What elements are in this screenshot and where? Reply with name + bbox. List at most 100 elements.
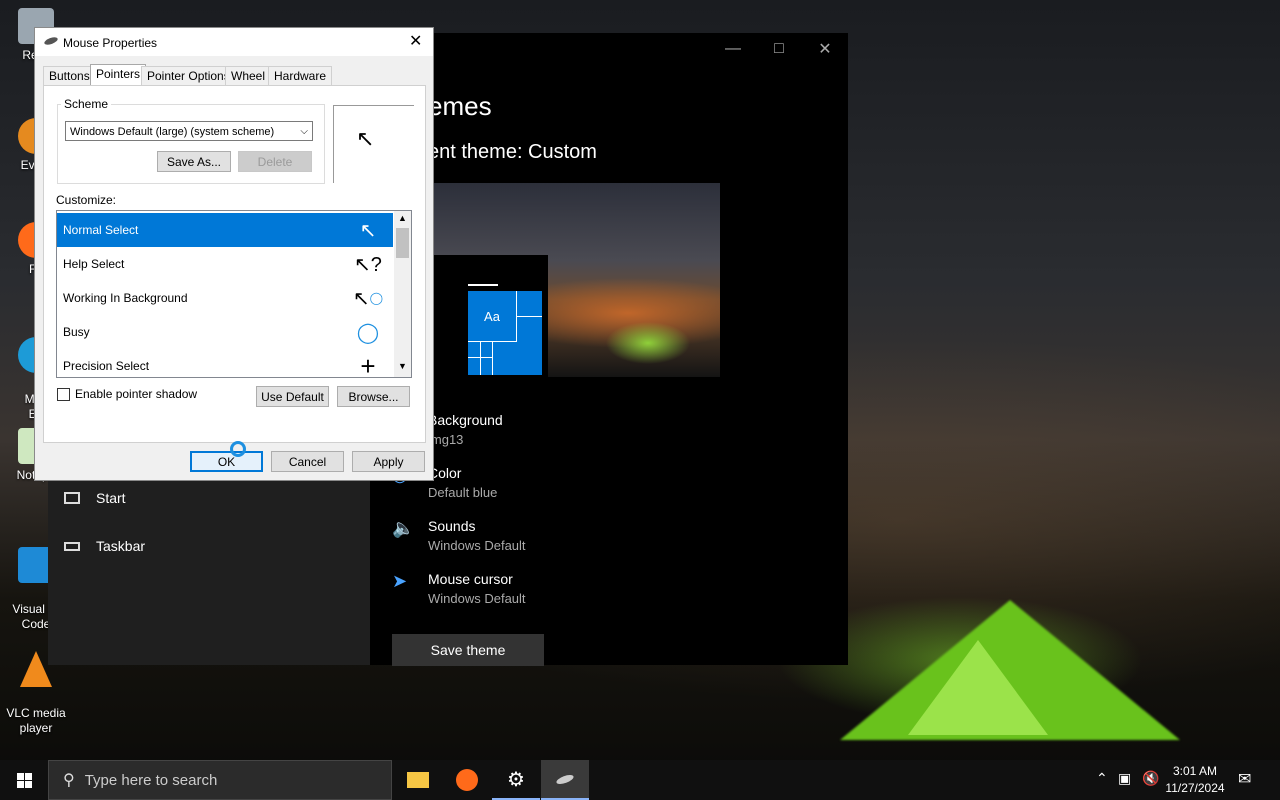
scroll-thumb[interactable] xyxy=(396,228,409,258)
folder-icon xyxy=(407,772,429,788)
list-item-working-in-background[interactable]: Working In Background ↖ ◯ xyxy=(57,281,393,315)
search-box[interactable]: ⚲ Type here to search xyxy=(48,760,392,800)
clock-time: 3:01 AM xyxy=(1172,764,1218,778)
notification-icon[interactable]: ✉ xyxy=(1238,769,1251,789)
clock-date: 11/27/2024 xyxy=(1165,781,1225,795)
scheme-groupbox xyxy=(57,104,325,184)
taskbar-mouse-properties[interactable] xyxy=(541,760,589,800)
cancel-button[interactable]: Cancel xyxy=(271,451,344,472)
use-default-button[interactable]: Use Default xyxy=(256,386,329,407)
firefox-icon xyxy=(456,769,478,791)
minimize-button[interactable]: — xyxy=(710,33,756,65)
customize-label: Customize: xyxy=(56,193,117,207)
list-item-label: Busy xyxy=(63,325,90,339)
checkbox-box xyxy=(57,387,70,401)
cursor-icon: ➤ xyxy=(392,571,408,591)
nav-item-label: Taskbar xyxy=(96,538,146,554)
tile-divider xyxy=(468,357,492,358)
taskbar-firefox[interactable] xyxy=(443,760,491,800)
working-cursor-icon: ↖ ◯ xyxy=(352,287,384,310)
mouse-properties-dialog: Mouse Properties ✕ Buttons Pointers Poin… xyxy=(34,27,434,481)
enable-shadow-checkbox[interactable]: Enable pointer shadow xyxy=(57,387,197,401)
scroll-down-icon[interactable]: ▼ xyxy=(398,361,407,371)
dialog-titlebar[interactable]: Mouse Properties ✕ xyxy=(35,28,433,56)
network-icon[interactable]: ▣ xyxy=(1118,770,1131,787)
scheme-select-value: Windows Default (large) (system scheme) xyxy=(70,126,275,138)
browse-button[interactable]: Browse... xyxy=(337,386,410,407)
ok-button[interactable]: OK xyxy=(190,451,263,472)
setting-mouse-cursor[interactable]: ➤ Mouse cursor Windows Default xyxy=(392,571,526,606)
clock[interactable]: 3:01 AM 11/27/2024 xyxy=(1164,763,1226,797)
preview-line xyxy=(468,284,498,286)
setting-subtitle: img13 xyxy=(428,432,464,447)
dialog-title: Mouse Properties xyxy=(63,36,158,50)
setting-subtitle: Windows Default xyxy=(428,591,526,606)
save-as-button[interactable]: Save As... xyxy=(157,151,231,172)
windows-logo-icon xyxy=(16,772,32,788)
setting-sounds[interactable]: 🔈 Sounds Windows Default xyxy=(392,518,526,553)
tile-divider xyxy=(480,342,481,375)
setting-subtitle: Windows Default xyxy=(428,538,526,553)
tent-highlight xyxy=(908,640,1048,735)
list-item-help-select[interactable]: Help Select ↖? xyxy=(57,247,393,281)
delete-button[interactable]: Delete xyxy=(238,151,312,172)
setting-title: Mouse cursor xyxy=(428,571,513,587)
list-item-label: Precision Select xyxy=(63,359,150,373)
mouse-icon xyxy=(555,772,575,786)
tab-hardware[interactable]: Hardware xyxy=(268,66,333,85)
list-item-normal-select[interactable]: Normal Select ↖ xyxy=(57,213,393,247)
nav-item-label: Start xyxy=(96,490,126,506)
tab-pointer-options[interactable]: Pointer Options xyxy=(141,66,236,85)
maximize-button[interactable]: □ xyxy=(756,33,802,65)
list-item-busy[interactable]: Busy ◯ xyxy=(57,315,393,349)
search-placeholder: Type here to search xyxy=(84,771,218,789)
apply-button[interactable]: Apply xyxy=(352,451,425,472)
dialog-close-button[interactable]: ✕ xyxy=(409,31,422,51)
pointers-panel: Scheme Windows Default (large) (system s… xyxy=(43,85,426,443)
speaker-icon: 🔈 xyxy=(392,518,415,538)
nav-item-start[interactable]: Start xyxy=(64,490,126,506)
current-theme-heading: ent theme: Custom xyxy=(428,141,597,163)
taskbar: ⚲ Type here to search ⚙ ⌃ ▣ 🔇 3:01 AM 11… xyxy=(0,760,1280,800)
setting-background[interactable]: Background img13 xyxy=(428,412,503,447)
help-cursor-icon: ↖? xyxy=(354,253,382,276)
nav-item-taskbar[interactable]: Taskbar xyxy=(64,538,145,554)
cursor-preview-box: ↖ xyxy=(333,105,414,183)
setting-title: Sounds xyxy=(428,518,476,534)
taskbar-icon xyxy=(64,541,80,551)
volume-muted-icon[interactable]: 🔇 xyxy=(1142,770,1159,787)
page-title: emes xyxy=(428,91,492,121)
theme-preview: Aa xyxy=(428,183,720,377)
setting-title: Background xyxy=(428,412,503,428)
setting-subtitle: Default blue xyxy=(428,485,498,500)
chevron-up-icon[interactable]: ⌃ xyxy=(1096,770,1108,787)
taskbar-file-explorer[interactable] xyxy=(394,760,442,800)
save-theme-button[interactable]: Save theme xyxy=(392,634,544,666)
tab-pointers[interactable]: Pointers xyxy=(90,64,147,86)
pointer-list[interactable]: Normal Select ↖ Help Select ↖? Working I… xyxy=(56,210,412,378)
taskbar-settings[interactable]: ⚙ xyxy=(492,760,540,800)
list-item-label: Normal Select xyxy=(63,223,139,237)
preview-tiles: Aa xyxy=(468,291,542,375)
list-item-precision-select[interactable]: Precision Select + xyxy=(57,349,393,378)
list-scrollbar[interactable]: ▲ ▼ xyxy=(394,211,411,377)
scheme-select[interactable]: Windows Default (large) (system scheme) … xyxy=(65,121,313,141)
setting-color[interactable]: ◎ Color Default blue xyxy=(392,465,498,500)
tab-buttons[interactable]: Buttons xyxy=(43,66,96,85)
busy-mouse-pointer xyxy=(230,441,246,457)
setting-title: Color xyxy=(428,465,462,481)
preview-text: Aa xyxy=(468,291,517,342)
list-item-label: Working In Background xyxy=(63,291,188,305)
start-icon xyxy=(64,492,80,504)
busy-cursor-icon: ◯ xyxy=(356,321,380,344)
tab-wheel[interactable]: Wheel xyxy=(225,66,272,85)
arrow-cursor-icon: ↖ xyxy=(359,219,377,242)
close-button[interactable]: ✕ xyxy=(802,33,848,65)
list-item-label: Help Select xyxy=(63,257,125,271)
chevron-down-icon: ⌵ xyxy=(300,126,308,137)
gear-icon: ⚙ xyxy=(507,768,525,791)
start-button[interactable] xyxy=(0,760,48,800)
scheme-label: Scheme xyxy=(61,97,112,111)
mouse-icon xyxy=(43,35,59,47)
scroll-up-icon[interactable]: ▲ xyxy=(398,213,407,223)
